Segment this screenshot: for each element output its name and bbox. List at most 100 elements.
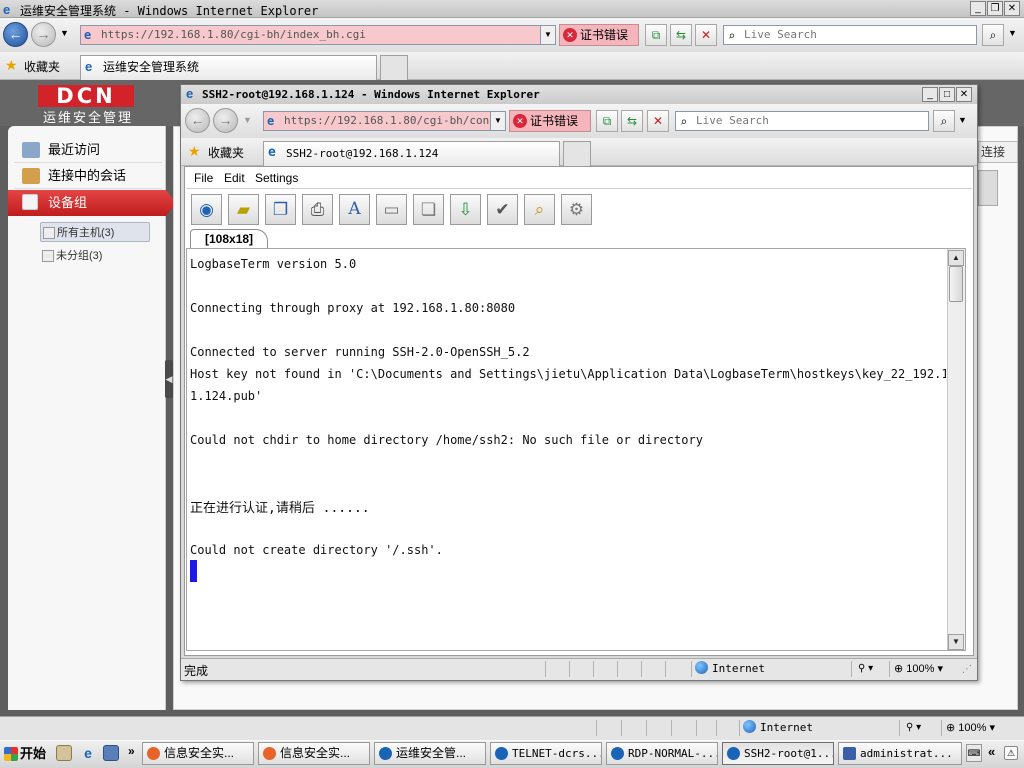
popup-cert-error-button[interactable]: ✕ 证书错误 bbox=[509, 110, 591, 132]
history-dropdown-icon[interactable]: ▼ bbox=[60, 28, 69, 38]
address-bar[interactable]: e https://192.168.1.80/cgi-bh/index_bh.c… bbox=[80, 25, 542, 45]
open-folder-icon[interactable]: ▰ bbox=[228, 194, 259, 225]
taskbar-item[interactable]: administrat... bbox=[838, 742, 962, 765]
popup-stop-button[interactable]: ✕ bbox=[647, 110, 669, 132]
popup-forward-button[interactable]: → bbox=[213, 108, 238, 133]
popup-protected-mode-button[interactable]: ⚲ ▾ bbox=[851, 661, 887, 677]
taskbar-item-label: 信息安全实... bbox=[280, 746, 351, 760]
tree-item-all-hosts[interactable]: 所有主机(3) bbox=[40, 222, 150, 242]
popup-compatibility-icon[interactable]: ⧉ bbox=[596, 110, 618, 132]
outer-active-tab[interactable]: e 运维安全管理系统 bbox=[80, 55, 377, 80]
new-tab-button[interactable] bbox=[380, 55, 408, 80]
favorites-label[interactable]: 收藏夹 bbox=[24, 58, 60, 75]
status-cell bbox=[569, 661, 591, 677]
duplicate-session-icon[interactable]: ❐ bbox=[265, 194, 296, 225]
popup-maximize-button[interactable]: □ bbox=[939, 87, 955, 102]
scroll-down-button[interactable]: ▼ bbox=[948, 634, 964, 650]
restore-button[interactable]: ❐ bbox=[987, 1, 1003, 16]
popup-favorites-label[interactable]: 收藏夹 bbox=[208, 144, 244, 161]
compatibility-icon[interactable]: ⧉ bbox=[645, 24, 667, 46]
sidebar-item-label: 连接中的会话 bbox=[48, 168, 127, 183]
notification-icon[interactable]: ⚠ bbox=[1004, 746, 1018, 760]
tree-item-ungrouped[interactable]: 未分组(3) bbox=[40, 246, 150, 266]
terminal-scrollbar[interactable] bbox=[947, 249, 965, 650]
zoom-label: 100% bbox=[958, 722, 987, 734]
cert-error-button[interactable]: ✕ 证书错误 bbox=[559, 24, 639, 46]
popup-history-dropdown-icon[interactable]: ▼ bbox=[243, 115, 252, 125]
copy-icon[interactable]: ▭ bbox=[376, 194, 407, 225]
favorites-star-icon[interactable]: ★ bbox=[188, 143, 201, 160]
search-input[interactable]: ⌕ Live Search bbox=[723, 25, 977, 45]
outer-protected-mode-button[interactable]: ⚲ ▾ bbox=[899, 720, 939, 736]
menu-settings[interactable]: Settings bbox=[255, 171, 298, 185]
zoom-icon: ⊕ bbox=[946, 722, 956, 734]
popup-search-input[interactable]: ⌕ Live Search bbox=[675, 111, 929, 131]
outer-zoom-button[interactable]: ⊕ 100% ▾ bbox=[941, 720, 1015, 736]
scroll-up-button[interactable]: ▲ bbox=[948, 250, 964, 266]
popup-refresh-button[interactable]: ⇆ bbox=[621, 110, 643, 132]
auth-progress-line: 正在进行认证,请稍后 ...... bbox=[190, 501, 370, 516]
terminal-size-tab[interactable]: [108x18] bbox=[190, 229, 268, 249]
stop-button[interactable]: ✕ bbox=[695, 24, 717, 46]
shield-error-icon: ✕ bbox=[563, 28, 577, 42]
server-manager-icon[interactable] bbox=[103, 745, 119, 761]
find-icon[interactable]: ⌕ bbox=[524, 194, 555, 225]
forward-button[interactable]: → bbox=[31, 22, 56, 47]
popup-address-bar[interactable]: e https://192.168.1.80/cgi-bh/contro bbox=[263, 111, 491, 131]
language-bar-icon[interactable]: ⌨ bbox=[966, 744, 982, 762]
menu-edit[interactable]: Edit bbox=[224, 171, 245, 185]
settings-gears-icon[interactable]: ⚙ bbox=[561, 194, 592, 225]
show-desktop-icon[interactable] bbox=[56, 745, 72, 761]
popup-zone-indicator: Internet bbox=[691, 661, 849, 677]
popup-active-tab[interactable]: e SSH2-root@192.168.1.124 bbox=[263, 141, 560, 166]
taskbar-item[interactable]: 信息安全实... bbox=[142, 742, 254, 765]
taskbar-item[interactable]: 信息安全实... bbox=[258, 742, 370, 765]
checkmark-icon[interactable]: ✔ bbox=[487, 194, 518, 225]
taskbar-item[interactable]: RDP-NORMAL-... bbox=[606, 742, 718, 765]
popup-close-button[interactable]: ✕ bbox=[956, 87, 972, 102]
status-cell bbox=[617, 661, 639, 677]
scroll-thumb[interactable] bbox=[949, 266, 963, 302]
paste-icon[interactable]: ❏ bbox=[413, 194, 444, 225]
popup-back-button[interactable]: ← bbox=[185, 108, 210, 133]
terminal-line: Host key not found in 'C:\Documents and … bbox=[190, 367, 946, 381]
start-button[interactable]: 开始 bbox=[2, 742, 50, 766]
close-button[interactable]: ✕ bbox=[1004, 1, 1020, 16]
tree-item-label: 所有主机(3) bbox=[57, 227, 115, 239]
search-options-icon[interactable]: ▼ bbox=[1008, 28, 1017, 38]
cert-error-label: 证书错误 bbox=[580, 28, 629, 42]
popup-search-go-button[interactable]: ⌕ bbox=[933, 110, 955, 132]
search-go-button[interactable]: ⌕ bbox=[982, 24, 1004, 46]
popup-new-tab-button[interactable] bbox=[563, 141, 591, 166]
ie-quicklaunch-icon[interactable]: e bbox=[80, 745, 96, 761]
file-transfer-icon[interactable]: ⇩ bbox=[450, 194, 481, 225]
popup-resize-grip-icon[interactable]: ⋰ bbox=[962, 664, 972, 675]
sidebar-item-recent[interactable]: 最近访问 bbox=[14, 137, 162, 163]
print-icon[interactable]: ⎙ bbox=[302, 194, 333, 225]
menu-file[interactable]: File bbox=[194, 171, 213, 185]
sidebar-collapse-handle[interactable]: ◀ bbox=[165, 360, 173, 398]
taskbar-item[interactable]: 运维安全管... bbox=[374, 742, 486, 765]
popup-address-dropdown-button[interactable]: ▼ bbox=[490, 111, 506, 131]
new-connection-icon[interactable]: ◉ bbox=[191, 194, 222, 225]
taskbar-item[interactable]: TELNET-dcrs... bbox=[490, 742, 602, 765]
terminal-line: Could not create directory '/.ssh'. bbox=[190, 543, 443, 557]
back-button[interactable]: ← bbox=[3, 22, 28, 47]
page-icon: e bbox=[267, 114, 275, 128]
favorites-star-icon[interactable]: ★ bbox=[5, 57, 18, 74]
address-dropdown-button[interactable]: ▼ bbox=[540, 25, 556, 45]
tray-expand-icon[interactable]: « bbox=[988, 744, 995, 759]
refresh-button[interactable]: ⇆ bbox=[670, 24, 692, 46]
font-icon[interactable]: A bbox=[339, 194, 370, 225]
connect-button[interactable]: 连接 bbox=[978, 141, 1018, 163]
taskbar-item-active[interactable]: SSH2-root@1... bbox=[722, 742, 834, 765]
taskbar-item-label: TELNET-dcrs... bbox=[512, 747, 602, 760]
popup-search-options-icon[interactable]: ▼ bbox=[958, 115, 967, 125]
minimize-button[interactable]: _ bbox=[970, 1, 986, 16]
dcn-logo: DCN bbox=[38, 85, 134, 107]
popup-minimize-button[interactable]: _ bbox=[922, 87, 938, 102]
ie-tab-icon: e bbox=[85, 59, 93, 74]
popup-zoom-button[interactable]: ⊕ 100% ▾ bbox=[889, 661, 959, 677]
quicklaunch-overflow-icon[interactable]: » bbox=[128, 744, 135, 758]
sidebar-item-sessions[interactable]: 连接中的会话 bbox=[14, 163, 162, 189]
